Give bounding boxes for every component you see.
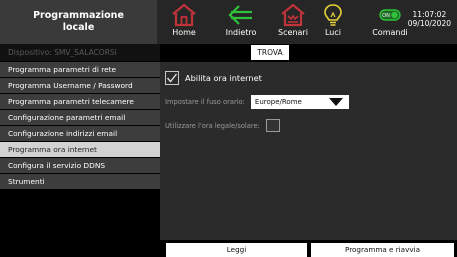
- scenes-icon: [281, 3, 305, 27]
- clock-time: 11:07:02: [412, 10, 447, 19]
- find-button[interactable]: TROVA: [251, 45, 289, 60]
- page-title-line2: locale: [62, 22, 95, 33]
- sidebar-item-camera-params[interactable]: Programma parametri telecamere: [0, 94, 160, 109]
- timezone-row: Impostare il fuso orario: Europe/Rome: [165, 95, 349, 109]
- sidebar-item-tools[interactable]: Strumenti: [0, 174, 160, 189]
- sidebar: Programma parametri di rete Programma Us…: [0, 62, 160, 190]
- enable-internet-time-checkbox[interactable]: [165, 71, 179, 85]
- lightbulb-icon: [324, 4, 342, 26]
- nav-home-label: Home: [172, 28, 196, 37]
- nav-back-button[interactable]: Indietro: [216, 0, 266, 44]
- toggle-on-text: ON: [382, 13, 390, 19]
- enable-internet-time-row: Abilita ora internet: [165, 71, 262, 85]
- nav-lights-button[interactable]: Luci: [316, 0, 350, 44]
- sidebar-item-email-addresses[interactable]: Configurazione indirizzi email: [0, 126, 160, 141]
- dropdown-arrow-icon: [328, 98, 343, 106]
- daylight-saving-checkbox[interactable]: [265, 119, 280, 132]
- back-arrow-icon: [228, 5, 252, 25]
- timezone-select[interactable]: Europe/Rome: [250, 95, 349, 109]
- home-icon: [172, 3, 196, 27]
- daylight-saving-label: Utilizzare l'ora legale/solare:: [165, 121, 260, 130]
- page-title: Programmazione locale: [0, 0, 157, 44]
- nav-commands-label: Comandi: [372, 28, 408, 37]
- timezone-value: Europe/Rome: [254, 98, 302, 106]
- nav-lights-label: Luci: [324, 28, 341, 37]
- device-label: Dispositivo: SMV_SALACORSI: [0, 44, 160, 61]
- daylight-saving-row: Utilizzare l'ora legale/solare:: [165, 119, 280, 132]
- read-button[interactable]: Leggi: [166, 243, 307, 257]
- sidebar-item-ddns[interactable]: Configura il servizio DDNS: [0, 158, 160, 173]
- enable-internet-time-label: Abilita ora internet: [185, 73, 262, 83]
- page-title-line1: Programmazione: [33, 10, 124, 21]
- checkmark-icon: [166, 73, 178, 83]
- sidebar-item-email-params[interactable]: Configurazione parametri email: [0, 110, 160, 125]
- toggle-switch-icon: ON: [379, 9, 401, 21]
- content-panel: [160, 62, 457, 240]
- nav-scenes-button[interactable]: Scenari: [271, 0, 315, 44]
- top-bar: Programmazione locale Home Indietro Scen…: [0, 0, 457, 44]
- nav-scenes-label: Scenari: [278, 28, 308, 37]
- clock-date: 09/10/2020: [407, 19, 451, 28]
- program-restart-button[interactable]: Programma e riavvia: [311, 243, 454, 257]
- nav-back-label: Indietro: [225, 28, 257, 37]
- sidebar-item-internet-time[interactable]: Programma ora internet: [0, 142, 160, 157]
- nav-home-button[interactable]: Home: [165, 0, 203, 44]
- timezone-label: Impostare il fuso orario:: [165, 98, 245, 106]
- sidebar-item-username-password[interactable]: Programma Username / Password: [0, 78, 160, 93]
- sidebar-item-network-params[interactable]: Programma parametri di rete: [0, 62, 160, 77]
- nav-commands-button[interactable]: ON Comandi: [368, 0, 412, 44]
- clock: 11:07:02 09/10/2020: [408, 10, 451, 28]
